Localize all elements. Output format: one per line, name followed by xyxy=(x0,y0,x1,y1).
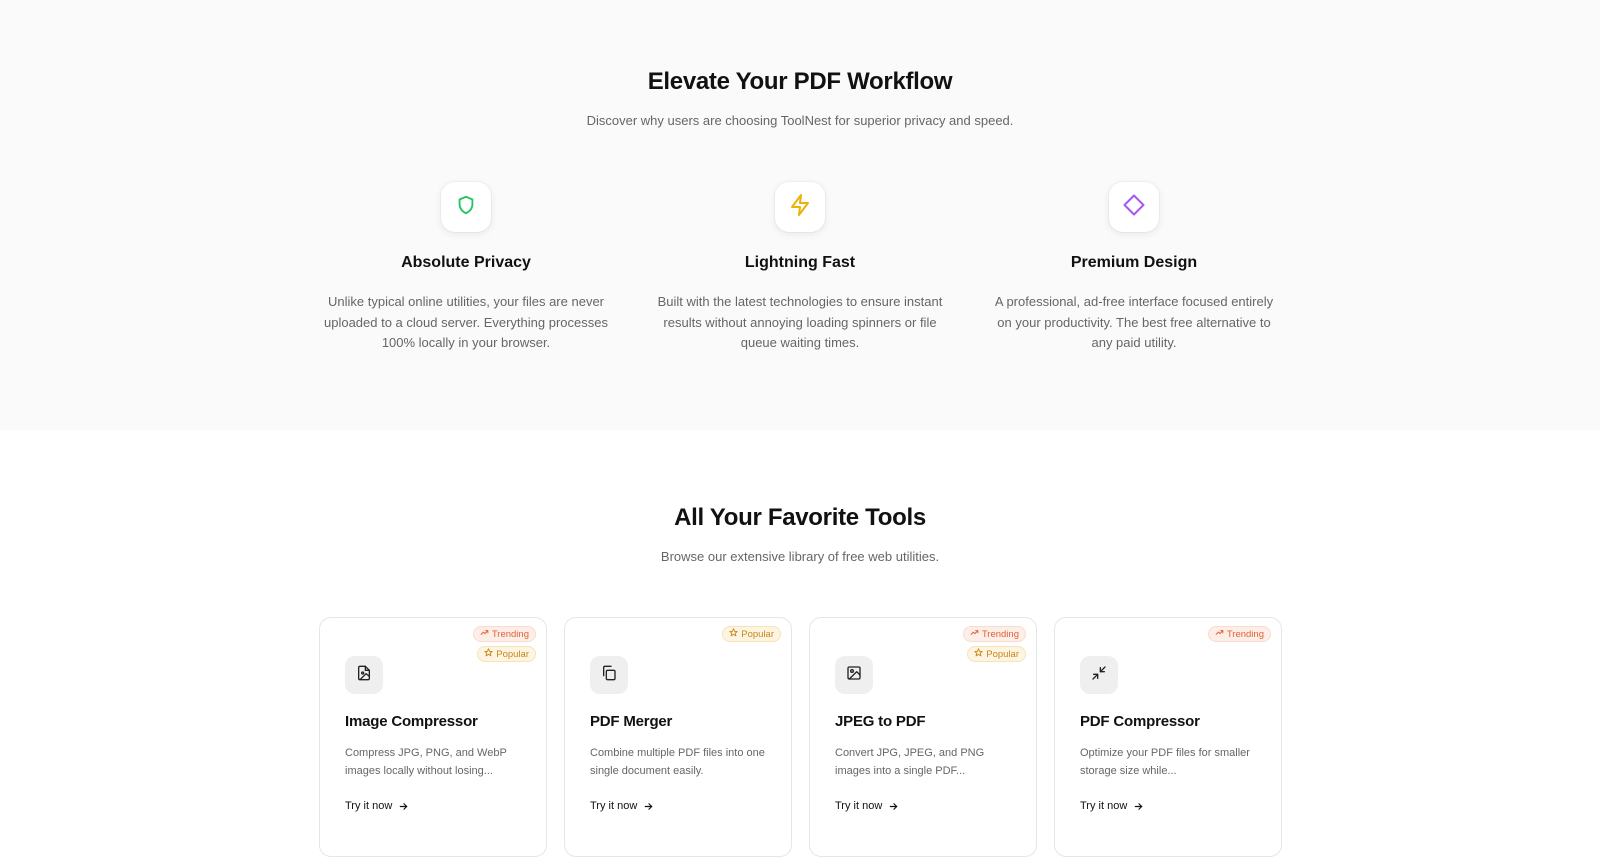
image-icon xyxy=(846,665,862,686)
tools-section xyxy=(0,430,1600,833)
trending-badge: Trending xyxy=(472,626,536,642)
popular-badge: Popular xyxy=(722,626,781,642)
try-it-now-link[interactable]: Try it now xyxy=(590,800,654,812)
badges: Popular xyxy=(722,626,781,642)
feature-icon-container xyxy=(775,182,825,232)
feature-description: A professional, ad-free interface focuse… xyxy=(994,294,1274,350)
tools-title: All Your Favorite Tools xyxy=(674,504,926,531)
tool-icon-container xyxy=(345,656,383,694)
arrow-right-icon xyxy=(888,801,899,812)
trending-up-icon xyxy=(970,628,979,640)
features-subtitle: Discover why users are choosing ToolNest… xyxy=(586,113,1014,128)
tool-description: Compress JPG, PNG, and WebP images local… xyxy=(345,747,507,777)
star-icon xyxy=(484,648,493,660)
try-it-now-link[interactable]: Try it now xyxy=(1080,800,1144,812)
feature-description: Built with the latest technologies to en… xyxy=(657,294,943,350)
feature-title: Premium Design xyxy=(1070,254,1198,271)
feature-absolute-privacy: Absolute Privacy Unlike typical online u… xyxy=(311,182,621,354)
tool-icon-container xyxy=(1080,656,1118,694)
feature-premium-design: Premium Design A professional, ad-free i… xyxy=(979,182,1289,354)
star-icon xyxy=(974,648,983,660)
feature-icon-container xyxy=(1109,182,1159,232)
tool-title: JPEG to PDF xyxy=(835,713,926,730)
tool-description: Combine multiple PDF files into one sing… xyxy=(590,747,765,777)
trending-badge: Trending xyxy=(1207,626,1271,642)
lightning-icon xyxy=(788,193,812,222)
features-section: Elevate Your PDF Workflow Discover why u… xyxy=(0,0,1600,430)
arrow-right-icon xyxy=(398,801,409,812)
feature-lightning-fast: Lightning Fast Built with the latest tec… xyxy=(645,182,955,354)
diamond-icon xyxy=(1122,193,1146,222)
popular-badge: Popular xyxy=(477,646,536,662)
feature-icon-container xyxy=(441,182,491,232)
trending-up-icon xyxy=(1215,628,1224,640)
shield-icon xyxy=(455,194,477,221)
tool-description: Convert JPG, JPEG, and PNG images into a… xyxy=(835,747,985,777)
popular-badge: Popular xyxy=(967,646,1026,662)
badges: Trending Popular xyxy=(962,626,1026,662)
tool-title: PDF Compressor xyxy=(1080,713,1200,730)
feature-title: Absolute Privacy xyxy=(401,254,531,271)
try-it-now-link[interactable]: Try it now xyxy=(345,800,409,812)
tool-icon-container xyxy=(835,656,873,694)
tool-title: Image Compressor xyxy=(345,713,478,730)
features-title: Elevate Your PDF Workflow xyxy=(647,68,953,95)
trending-up-icon xyxy=(480,628,489,640)
star-icon xyxy=(729,628,738,640)
tool-description: Optimize your PDF files for smaller stor… xyxy=(1080,747,1250,777)
tool-card-jpeg-to-pdf[interactable]: Trending Popular JPEG to PDF Convert JPG… xyxy=(809,617,1037,857)
minimize-icon xyxy=(1091,665,1107,686)
tool-card-pdf-compressor[interactable]: Trending PDF Compressor Optimize your PD… xyxy=(1054,617,1282,857)
badges: Trending Popular xyxy=(472,626,536,662)
arrow-right-icon xyxy=(1133,801,1144,812)
image-file-icon xyxy=(356,665,372,686)
arrow-right-icon xyxy=(643,801,654,812)
tool-title: PDF Merger xyxy=(590,713,673,730)
tool-card-pdf-merger[interactable]: Popular PDF Merger Combine multiple PDF … xyxy=(564,617,792,857)
tool-icon-container xyxy=(590,656,628,694)
copy-files-icon xyxy=(601,665,617,686)
tools-subtitle: Browse our extensive library of free web… xyxy=(660,549,940,564)
badges: Trending xyxy=(1207,626,1271,642)
feature-description: Unlike typical online utilities, your fi… xyxy=(323,294,608,350)
feature-title: Lightning Fast xyxy=(744,254,856,271)
try-it-now-link[interactable]: Try it now xyxy=(835,800,899,812)
trending-badge: Trending xyxy=(962,626,1026,642)
tool-card-image-compressor[interactable]: Trending Popular Image Compressor Compre… xyxy=(319,617,547,857)
